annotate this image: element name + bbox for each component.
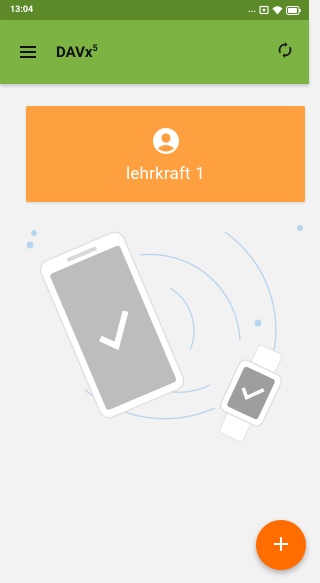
app-title: DAVx5	[56, 43, 261, 61]
sync-button[interactable]	[261, 20, 309, 84]
status-icons: ...	[248, 5, 301, 15]
phone-illustration	[39, 231, 185, 419]
menu-button[interactable]	[0, 20, 56, 84]
sync-icon	[278, 42, 292, 62]
account-card[interactable]: lehrkraft 1	[26, 106, 305, 202]
empty-state-illustration	[26, 225, 303, 443]
app-bar: DAVx5	[0, 20, 309, 84]
menu-icon	[20, 43, 36, 62]
plus-icon	[274, 536, 288, 555]
status-overflow-dots: ...	[248, 5, 256, 15]
battery-icon	[286, 5, 301, 15]
status-bar: 13:04 ...	[0, 0, 309, 20]
account-circle-icon	[152, 128, 179, 158]
app-title-text: DAVx	[56, 43, 93, 61]
status-time: 13:04	[10, 5, 34, 15]
add-account-fab[interactable]	[256, 520, 306, 570]
wifi-icon	[272, 5, 283, 15]
screenshot-icon	[259, 5, 269, 15]
watch-illustration	[219, 344, 283, 443]
account-name: lehrkraft 1	[125, 164, 205, 184]
app-title-superscript: 5	[92, 44, 98, 54]
